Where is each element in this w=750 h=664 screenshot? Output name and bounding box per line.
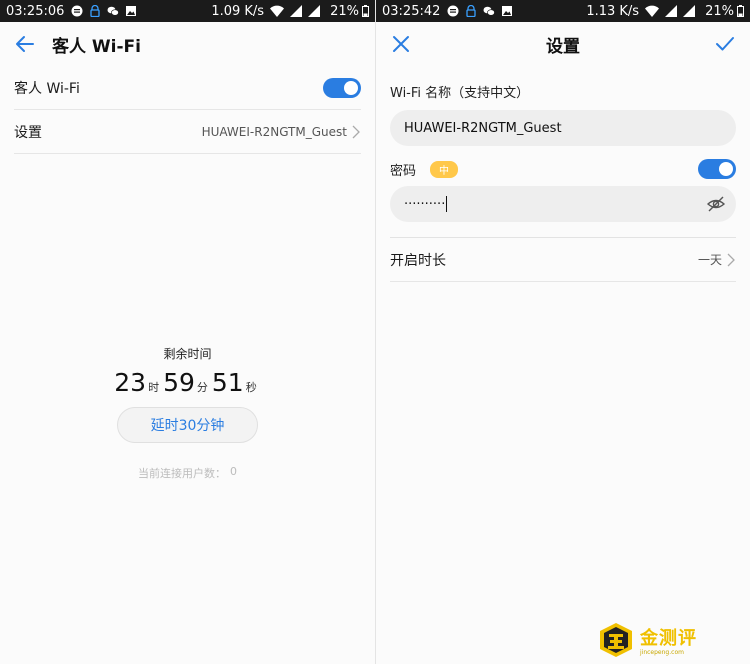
connected-users-count: 0 bbox=[230, 465, 237, 478]
password-toggle[interactable] bbox=[698, 159, 736, 179]
close-icon bbox=[393, 36, 409, 52]
wifi-signal-icon bbox=[645, 5, 660, 17]
wifi-name-input[interactable]: HUAWEI-R2NGTM_Guest bbox=[390, 110, 736, 146]
guest-wifi-toggle-row: 客人 Wi-Fi bbox=[14, 66, 361, 110]
status-speed: 1.09 K/s bbox=[211, 3, 265, 19]
status-battery-level: 21% bbox=[705, 3, 734, 19]
image-icon bbox=[502, 6, 513, 16]
battery-icon bbox=[737, 5, 744, 17]
chevron-right-icon bbox=[352, 125, 360, 138]
countdown: 23 时 59 分 51 秒 bbox=[0, 368, 375, 397]
confirm-button[interactable] bbox=[712, 31, 738, 57]
settings-row[interactable]: 设置 HUAWEI-R2NGTM_Guest bbox=[14, 110, 361, 154]
minutes-unit: 分 bbox=[196, 381, 208, 394]
vpn-lock-icon bbox=[90, 5, 101, 17]
wifi-name-value: HUAWEI-R2NGTM_Guest bbox=[404, 120, 562, 136]
watermark-subtext: jincepeng.com bbox=[640, 649, 684, 656]
status-bar: 03:25:06 1.09 K/s 21% bbox=[0, 0, 375, 22]
guest-wifi-screen: 03:25:06 1.09 K/s 21% 客人 Wi-Fi 客人 Wi-Fi … bbox=[0, 0, 375, 664]
app-bar: 客人 Wi-Fi bbox=[0, 22, 375, 66]
back-button[interactable] bbox=[12, 31, 38, 57]
watermark: 金测评 jincepeng.com bbox=[598, 620, 743, 660]
connected-users-label: 当前连接用户数： bbox=[138, 467, 226, 480]
duration-label: 开启时长 bbox=[390, 252, 446, 269]
chevron-right-icon bbox=[727, 253, 735, 266]
remaining-time-caption: 剩余时间 bbox=[163, 347, 212, 361]
status-speed: 1.13 K/s bbox=[586, 3, 640, 19]
watermark-logo-icon bbox=[600, 623, 632, 657]
battery-icon bbox=[362, 5, 369, 17]
seconds-value: 51 bbox=[211, 368, 244, 397]
guest-wifi-label: 客人 Wi-Fi bbox=[14, 80, 80, 97]
status-bar: 03:25:42 1.13 K/s 21% bbox=[376, 0, 750, 22]
vpn-lock-icon bbox=[466, 5, 477, 17]
password-masked-value: ·········· bbox=[404, 196, 446, 212]
app-bar: 设置 bbox=[376, 22, 750, 66]
arrow-left-icon bbox=[16, 36, 34, 52]
wechat-icon bbox=[107, 6, 120, 16]
status-time: 03:25:06 bbox=[6, 3, 65, 19]
cellular-signal-2-icon bbox=[308, 5, 321, 17]
status-battery-level: 21% bbox=[330, 3, 359, 19]
message-icon bbox=[447, 5, 459, 17]
password-strength-badge: 中 bbox=[430, 160, 459, 178]
duration-row[interactable]: 开启时长 一天 bbox=[390, 238, 736, 282]
password-input[interactable]: ·········· bbox=[390, 186, 736, 222]
remaining-time-panel: 剩余时间 23 时 59 分 51 秒 延时30分钟 当前连接用户数： 0 bbox=[0, 345, 375, 481]
eye-off-icon[interactable] bbox=[706, 194, 726, 214]
check-icon bbox=[716, 37, 734, 51]
password-label: 密码 bbox=[390, 163, 417, 179]
hours-unit: 时 bbox=[148, 381, 160, 394]
close-button[interactable] bbox=[388, 31, 414, 57]
settings-ssid-value: HUAWEI-R2NGTM_Guest bbox=[201, 124, 347, 139]
page-title: 客人 Wi-Fi bbox=[52, 36, 141, 57]
minutes-value: 59 bbox=[163, 368, 195, 397]
extend-30-min-button[interactable]: 延时30分钟 bbox=[117, 407, 258, 443]
cellular-signal-icon bbox=[290, 5, 303, 17]
page-title: 设置 bbox=[546, 36, 580, 57]
seconds-unit: 秒 bbox=[245, 381, 257, 394]
hours-value: 23 bbox=[114, 368, 147, 397]
guest-wifi-settings-screen: 03:25:42 1.13 K/s 21% 设置 Wi-Fi 名称（支持中文） … bbox=[375, 0, 750, 664]
message-icon bbox=[71, 5, 83, 17]
duration-value: 一天 bbox=[697, 253, 722, 267]
image-icon bbox=[126, 6, 137, 16]
connected-users: 当前连接用户数： 0 bbox=[0, 465, 375, 481]
watermark-text: 金测评 bbox=[640, 628, 697, 649]
settings-label: 设置 bbox=[14, 124, 42, 141]
wifi-name-label: Wi-Fi 名称（支持中文） bbox=[390, 86, 530, 101]
password-header-row: 密码 中 bbox=[390, 158, 736, 180]
guest-wifi-toggle[interactable] bbox=[323, 77, 361, 98]
text-caret bbox=[446, 196, 448, 212]
status-time: 03:25:42 bbox=[382, 3, 441, 19]
cellular-signal-2-icon bbox=[683, 5, 696, 17]
cellular-signal-icon bbox=[665, 5, 678, 17]
wechat-icon bbox=[483, 6, 496, 16]
wifi-signal-icon bbox=[270, 5, 285, 17]
